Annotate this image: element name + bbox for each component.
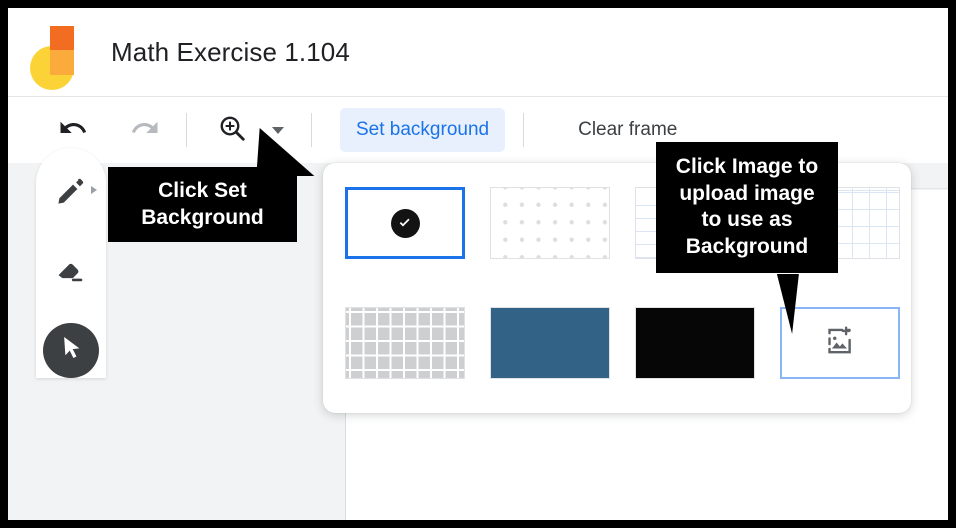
cursor-arrow-icon [56, 333, 86, 368]
background-grid-gray[interactable] [345, 307, 465, 379]
logo-bar-mid [50, 50, 74, 75]
dotted-pattern [491, 188, 609, 258]
background-black[interactable] [635, 307, 755, 379]
solid-black-fill [636, 308, 754, 378]
callout-text-block: Click Set Background [108, 167, 297, 243]
redo-arrow-icon [130, 113, 160, 148]
page-title[interactable]: Math Exercise 1.104 [111, 37, 350, 68]
background-row-2 [345, 307, 900, 379]
solid-blue-fill [491, 308, 609, 378]
callout-text-block: Click Image to upload image to use as Ba… [656, 142, 838, 273]
add-photo-icon [823, 324, 857, 363]
background-white[interactable] [345, 187, 465, 259]
pen-tool[interactable] [43, 166, 99, 221]
redo-button[interactable] [122, 107, 168, 153]
zoom-in-magnifier-icon [217, 113, 247, 148]
toolbar-divider-3 [523, 113, 525, 147]
logo-bar-top [50, 26, 74, 50]
callout-line: Background [685, 234, 809, 258]
app-header: Math Exercise 1.104 [8, 8, 948, 96]
background-dots[interactable] [490, 187, 610, 259]
pen-options-expander-icon[interactable] [91, 186, 97, 194]
callout-line: Click Image to [675, 155, 819, 178]
undo-button[interactable] [50, 107, 96, 153]
pen-icon [54, 174, 88, 213]
background-blue[interactable] [490, 307, 610, 379]
callout-line: to use as [701, 208, 793, 232]
check-circle-icon [390, 208, 420, 238]
callout-tail [776, 274, 804, 334]
undo-arrow-icon [58, 113, 88, 148]
tool-rail [36, 148, 106, 378]
eraser-icon [54, 253, 88, 292]
callout-line: Click Set [158, 179, 247, 202]
callout-set-background: Click Set Background [108, 128, 318, 243]
set-background-button[interactable]: Set background [340, 108, 506, 152]
select-tool[interactable] [43, 322, 99, 378]
callout-line: Background [141, 205, 264, 229]
toolbar-divider-1 [186, 113, 187, 147]
callout-tail [256, 128, 318, 176]
callout-line: upload image [679, 181, 815, 205]
zoom-in-button[interactable] [209, 107, 255, 153]
gray-grid-pattern [346, 308, 464, 378]
callout-upload-image: Click Image to upload image to use as Ba… [656, 142, 838, 334]
eraser-tool[interactable] [43, 245, 99, 300]
jamboard-window: Math Exercise 1.104 Set background Clear… [8, 8, 948, 520]
jamboard-logo-icon [30, 26, 74, 90]
